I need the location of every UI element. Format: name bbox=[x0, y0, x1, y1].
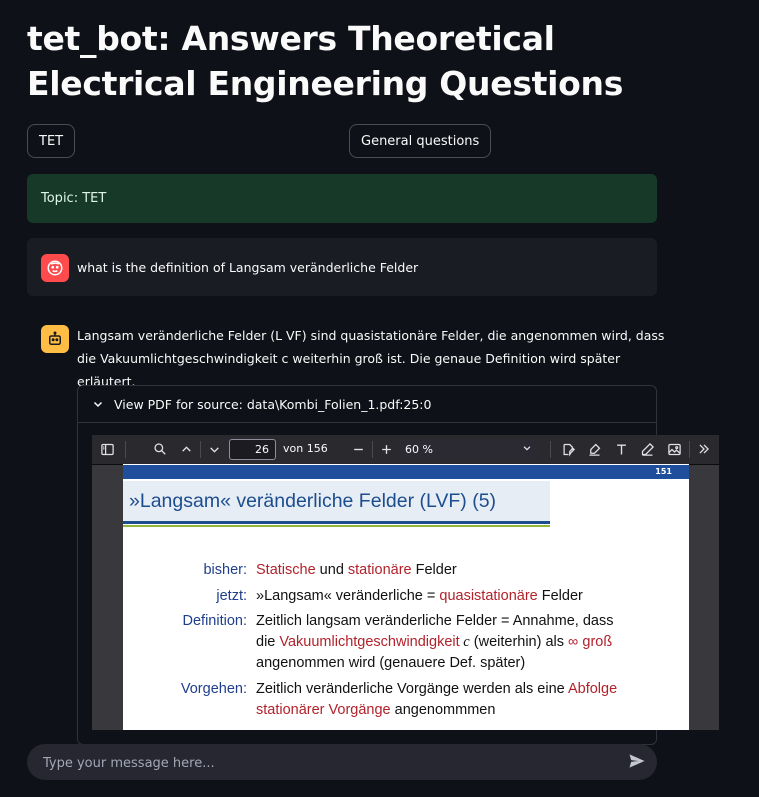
slide-text: stationärer Vorgänge bbox=[256, 702, 391, 718]
slide-label-definition: Definition: bbox=[182, 613, 247, 629]
pdf-toolbar: 26 von 156 60 % bbox=[92, 435, 719, 465]
bot-avatar-icon bbox=[41, 325, 69, 353]
user-avatar-icon bbox=[41, 254, 69, 282]
slide-page-number: 151 bbox=[655, 467, 672, 476]
slide-label-bisher: bisher: bbox=[203, 562, 247, 578]
slide-text: angenommen wird (genauere Def. später) bbox=[256, 655, 526, 671]
page-number-input[interactable]: 26 bbox=[229, 439, 276, 460]
zoom-value: 60 % bbox=[405, 443, 433, 456]
slide-text: Zeitlich veränderliche Vorgänge werden a… bbox=[256, 681, 568, 697]
chevron-up-icon[interactable] bbox=[176, 439, 196, 459]
user-message-text: what is the definition of Langsam veränd… bbox=[77, 260, 419, 275]
toolbar-divider bbox=[689, 441, 690, 458]
expander-divider bbox=[78, 422, 656, 423]
slide-text: ∞ groß bbox=[568, 634, 613, 650]
slide-text: Abfolge bbox=[567, 681, 618, 697]
topic-text: Topic: TET bbox=[41, 191, 107, 206]
zoom-select[interactable]: 60 % bbox=[400, 439, 538, 460]
zoom-in-icon[interactable] bbox=[376, 439, 396, 459]
pdf-viewer[interactable]: 26 von 156 60 % 151 »Langsam« veränderli… bbox=[92, 435, 719, 730]
slide-text: (weiterhin) als bbox=[469, 634, 569, 650]
image-icon[interactable] bbox=[664, 439, 684, 459]
slide-text: c bbox=[459, 634, 470, 650]
text-icon[interactable] bbox=[611, 439, 631, 459]
slide-label-vorgehen: Vorgehen: bbox=[180, 681, 247, 697]
pdf-page: 151 »Langsam« veränderliche Felder (LVF)… bbox=[123, 464, 689, 730]
chevron-down-icon bbox=[522, 439, 532, 460]
slide-text: Vakuumlichtgeschwindigkeit bbox=[279, 634, 460, 650]
expander-header[interactable]: View PDF for source: data\Kombi_Folien_1… bbox=[78, 386, 656, 422]
chevron-down-icon[interactable] bbox=[204, 439, 224, 459]
chevron-down-icon bbox=[92, 398, 104, 410]
draw-icon[interactable] bbox=[637, 439, 657, 459]
slide-text: Felder bbox=[537, 588, 583, 604]
slide-text: »Langsam« veränderliche = bbox=[256, 588, 440, 604]
toolbar-divider bbox=[125, 441, 126, 458]
topic-banner: Topic: TET bbox=[27, 174, 657, 223]
slide-text: Felder bbox=[411, 562, 457, 578]
slide-label-jetzt: jetzt: bbox=[216, 588, 247, 604]
chat-input-bar bbox=[27, 744, 657, 782]
highlight-icon[interactable] bbox=[584, 439, 604, 459]
user-message: what is the definition of Langsam veränd… bbox=[27, 238, 657, 296]
slide-text: Statische bbox=[256, 562, 316, 578]
slide-text: angenommmen bbox=[390, 702, 496, 718]
chat-input[interactable] bbox=[41, 744, 615, 782]
expander-label: View PDF for source: data\Kombi_Folien_1… bbox=[114, 396, 432, 412]
slide-text: stationäre bbox=[347, 562, 412, 578]
bot-message-text: Langsam veränderliche Felder (L VF) sind… bbox=[77, 328, 665, 389]
page-count: von 156 bbox=[283, 442, 328, 455]
signature-icon[interactable] bbox=[558, 439, 578, 459]
slide-text: und bbox=[315, 562, 348, 578]
slide-text: quasistationäre bbox=[439, 588, 538, 604]
zoom-out-icon[interactable] bbox=[348, 439, 368, 459]
slide-header-band: 151 bbox=[123, 465, 689, 479]
slide-title-box: »Langsam« veränderliche Felder (LVF) (5) bbox=[123, 481, 550, 527]
tet-button[interactable]: TET bbox=[27, 124, 76, 158]
slide-title: »Langsam« veränderliche Felder (LVF) (5) bbox=[129, 490, 497, 512]
toolbar-divider bbox=[372, 441, 373, 458]
send-icon[interactable] bbox=[627, 751, 649, 773]
slide-text: die bbox=[256, 634, 280, 650]
page-title: tet_bot: Answers Theoretical Electrical … bbox=[27, 19, 624, 103]
toolbar-divider bbox=[550, 441, 551, 458]
more-tools-icon[interactable] bbox=[694, 439, 714, 459]
toolbar-divider bbox=[200, 441, 201, 458]
sidebar-toggle-icon[interactable] bbox=[97, 439, 117, 459]
general-questions-button[interactable]: General questions bbox=[349, 124, 492, 158]
search-icon[interactable] bbox=[150, 439, 170, 459]
slide-text: Zeitlich langsam veränderliche Felder = … bbox=[256, 613, 614, 629]
